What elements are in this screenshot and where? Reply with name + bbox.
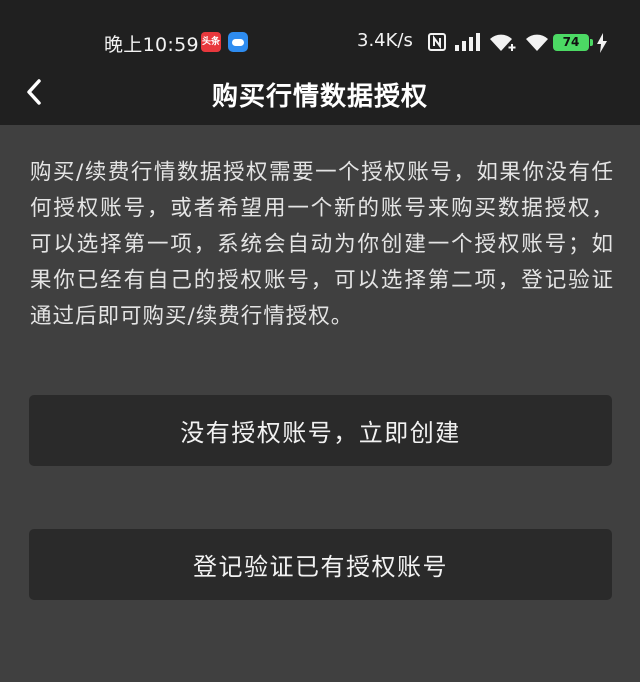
status-time: 晚上10:59 [104,34,199,56]
register-existing-account-button[interactable]: 登记验证已有授权账号 [29,529,612,600]
battery-icon: 74 [553,34,593,51]
network-speed: 3.4K/s [357,30,413,51]
header: 晚上10:59 头条 3.4K/s 74 购买行情数据授权 [0,0,640,125]
news-app-icon: 头条 [201,32,221,52]
signal-icon [455,33,481,51]
nav-bar: 购买行情数据授权 [0,62,640,125]
create-account-button[interactable]: 没有授权账号，立即创建 [29,395,612,466]
wifi-icon [525,32,549,52]
status-bar: 晚上10:59 头条 3.4K/s 74 [0,0,640,62]
page-title: 购买行情数据授权 [211,82,428,112]
description-text: 购买/续费行情数据授权需要一个授权账号，如果你没有任何授权账号，或者希望用一个新… [30,160,614,329]
weather-app-icon [228,32,248,52]
status-icons [427,31,549,53]
nfc-icon [427,32,447,52]
wifi-plus-icon [489,32,517,52]
charging-icon [596,33,608,57]
